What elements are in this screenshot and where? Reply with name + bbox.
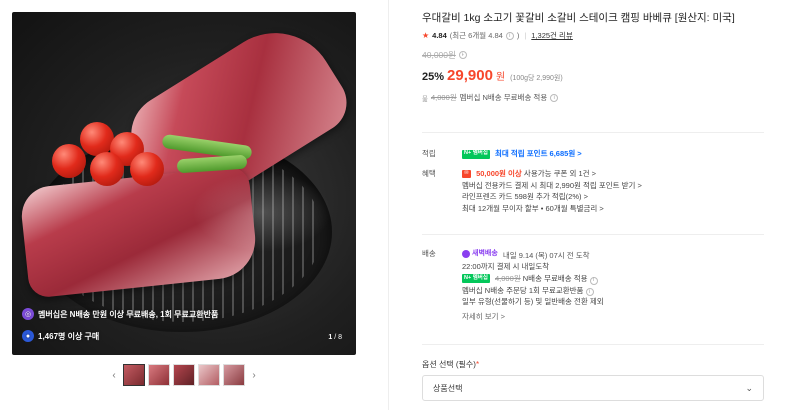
dawn-delivery-badge: 새벽배송 — [462, 248, 498, 260]
counter-current: 1 — [328, 334, 333, 341]
thumbnail[interactable] — [148, 364, 170, 386]
membership-badge-text: 멤버십은 N배송 만원 이상 무료배송, 1회 무료교환반품 — [38, 309, 219, 319]
points-section: 적립 N+ 멤버십 최대 적립 포인트 6,685원 > — [422, 148, 764, 162]
thumb-prev-icon[interactable]: ‹ — [108, 363, 120, 387]
delivery-fee-row: N+ 멤버십 4,000원 N배송 무료배송 적용 i — [462, 273, 762, 285]
coupon-suffix: 사용가능 쿠폰 외 1건 > — [523, 169, 597, 178]
shipping-summary: 뭂 4,000원 멤버십 N배송 무료배송 적용 i — [422, 92, 772, 103]
smoke — [192, 172, 332, 252]
price-row: 25% 29,900 원 (100g당 2,990원) — [422, 67, 772, 84]
see-more-link[interactable]: 자세히 보기 > — [462, 311, 505, 323]
product-main-image[interactable]: ◎ 멤버십은 N배송 만원 이상 무료배송, 1회 무료교환반품 ● 1,467… — [12, 12, 356, 355]
benefit-line[interactable]: 최대 12개월 무이자 할부 • 60개월 특별금리 > — [462, 203, 762, 215]
product-title: 우대갈비 1kg 소고기 꽃갈비 소갈비 스테이크 캠핑 바베큐 [원산지: 미… — [422, 12, 735, 24]
divider — [422, 234, 764, 235]
rating-score: 4.84 — [432, 31, 447, 40]
tomato — [90, 152, 124, 186]
original-price: 40,000원 — [422, 50, 456, 60]
delivery-fee-text: N배송 무료배송 적용 — [522, 273, 588, 283]
separator: | — [524, 31, 527, 40]
delivery-old-fee: 4,000원 — [495, 273, 521, 283]
thumbnail[interactable] — [123, 364, 145, 386]
delivery-label: 배송 — [422, 249, 436, 258]
divider — [422, 132, 764, 133]
tomato — [130, 152, 164, 186]
option-select-value: 상품선택 — [433, 383, 463, 393]
info-icon[interactable]: i — [585, 288, 594, 297]
thumbnail-strip: ‹ › — [108, 363, 260, 387]
unit-price: (100g당 2,990원) — [510, 75, 563, 82]
tomato — [80, 122, 114, 156]
membership-icon: ◎ — [22, 308, 34, 320]
coupon-icon: ✉ — [462, 170, 471, 179]
divider — [422, 344, 764, 345]
thumbnail[interactable] — [198, 364, 220, 386]
npay-membership-badge: N+ 멤버십 — [462, 149, 490, 159]
benefits-label: 혜택 — [422, 169, 436, 178]
delivery-cutoff: 22:00까지 결제 시 내일도착 — [462, 262, 550, 272]
option-label: 옵션 선택 (필수)* — [422, 360, 480, 369]
points-label: 적립 — [422, 149, 436, 158]
image-counter: 1 / 8 — [328, 334, 342, 341]
original-price-row: 40,000원 i — [422, 49, 772, 61]
coupon-row[interactable]: ✉ 50,000원 이상 사용가능 쿠폰 외 1건 > — [462, 168, 762, 180]
npay-membership-badge: N+ 멤버십 — [462, 274, 490, 284]
rating-row: ★ 4.84 (최근 6개월 4.84 i ) | 1,325건 리뷰 — [422, 30, 573, 41]
benefit-line[interactable]: 멤버십 전용카드 결제 시 최대 2,990원 적립 포인트 받기 > — [462, 180, 762, 192]
currency-unit: 원 — [495, 72, 506, 83]
shipping-text: 멤버십 N배송 무료배송 적용 — [459, 93, 548, 102]
tomato — [52, 144, 86, 178]
max-points-link[interactable]: 최대 적립 포인트 6,685원 > — [495, 149, 582, 158]
counter-total: / 8 — [334, 334, 342, 341]
delivery-exclusion: 일부 유형(선물하기 등) 및 일반배송 전환 제외 — [462, 297, 604, 307]
info-icon[interactable]: i — [550, 93, 559, 102]
coupon-amount: 50,000원 이상 — [476, 169, 522, 178]
benefits-section: 혜택 ✉ 50,000원 이상 사용가능 쿠폰 외 1건 > 멤버십 전용카드 … — [422, 168, 764, 228]
thumbnail[interactable] — [223, 364, 245, 386]
purchase-count-text: 1,467명 이상 구매 — [38, 331, 100, 341]
product-info: 우대갈비 1kg 소고기 꽃갈비 소갈비 스테이크 캠핑 바베큐 [원산지: 미… — [422, 10, 772, 103]
purchase-count-badge: ● 1,467명 이상 구매 — [22, 328, 99, 344]
star-icon: ★ — [422, 31, 430, 40]
thumbnail[interactable] — [173, 364, 195, 386]
info-icon[interactable]: i — [458, 51, 467, 59]
chevron-down-icon: ⌄ — [745, 382, 753, 393]
delivery-date: 내일 9.14 (목) 07시 전 도착 — [502, 250, 590, 260]
shipping-label: 뭂 — [422, 95, 428, 103]
info-icon[interactable]: i — [505, 31, 514, 40]
required-mark: * — [475, 360, 480, 369]
shipping-old-fee: 4,000원 — [430, 93, 457, 102]
rating-recent: (최근 6개월 4.84 — [449, 31, 503, 40]
divider — [388, 0, 389, 410]
membership-badge: ◎ 멤버십은 N배송 만원 이상 무료배송, 1회 무료교환반품 — [22, 306, 218, 322]
benefit-line[interactable]: 라인프렌즈 카드 598원 추가 적립(2%) > — [462, 191, 762, 203]
info-icon[interactable]: i — [589, 276, 598, 285]
dawn-delivery-icon — [462, 249, 470, 258]
option-select[interactable]: 상품선택 ⌄ — [422, 375, 764, 401]
thumb-next-icon[interactable]: › — [248, 363, 260, 387]
discount-rate: 25% — [422, 71, 445, 83]
reviews-link[interactable]: 1,325건 리뷰 — [531, 30, 573, 41]
person-icon: ● — [22, 330, 34, 342]
delivery-date-row: 새벽배송 내일 9.14 (목) 07시 전 도착 — [462, 248, 762, 261]
delivery-section: 배송 새벽배송 내일 9.14 (목) 07시 전 도착 22:00까지 결제 … — [422, 248, 764, 338]
exchange-policy: 멤버십 N배송 주문당 1회 무료교환반품 i — [462, 285, 762, 297]
sale-price: 29,900 — [447, 67, 493, 84]
